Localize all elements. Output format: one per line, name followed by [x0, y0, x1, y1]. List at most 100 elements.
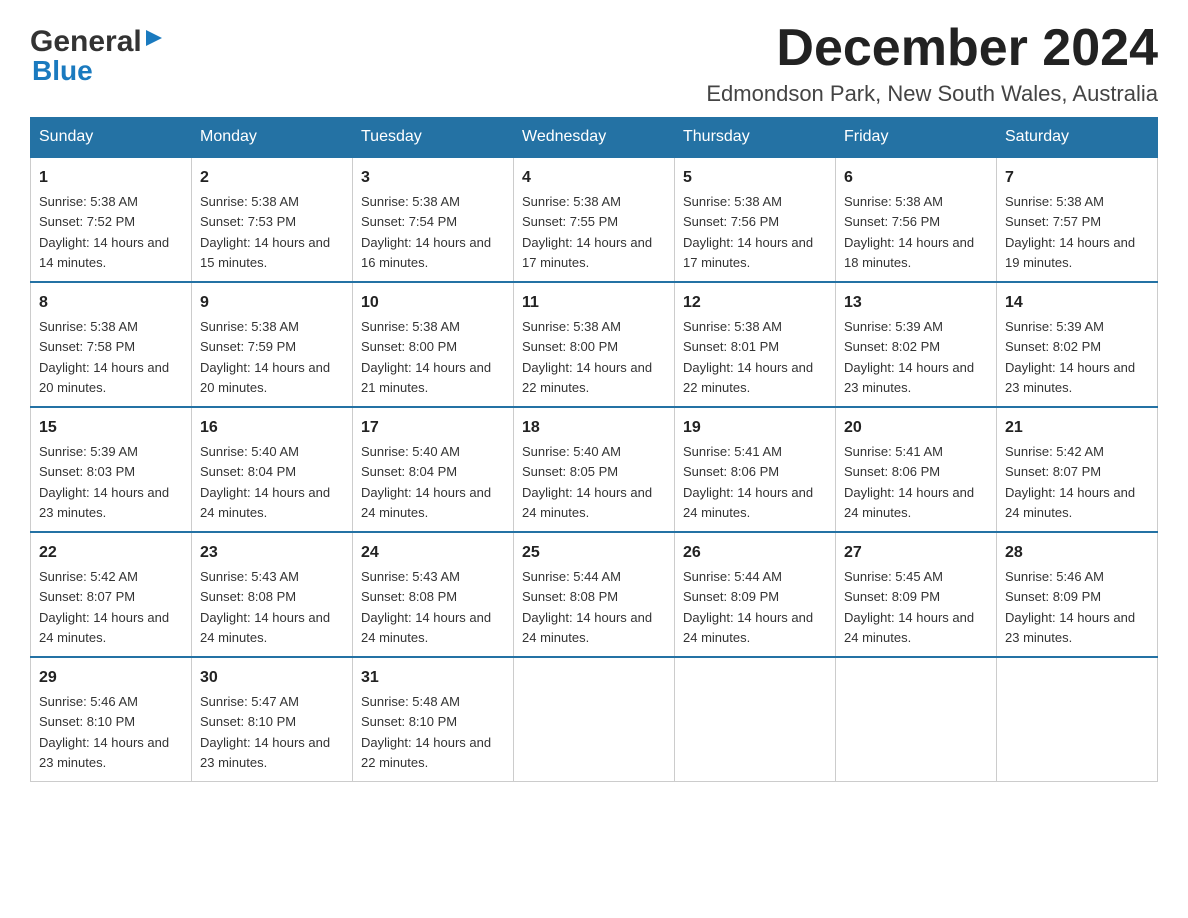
day-info: Sunrise: 5:38 AMSunset: 8:00 PMDaylight:… [361, 319, 491, 395]
day-info: Sunrise: 5:46 AMSunset: 8:10 PMDaylight:… [39, 694, 169, 770]
calendar-cell: 17 Sunrise: 5:40 AMSunset: 8:04 PMDaylig… [353, 407, 514, 532]
day-number: 12 [683, 291, 827, 315]
calendar-cell: 8 Sunrise: 5:38 AMSunset: 7:58 PMDayligh… [31, 282, 192, 407]
day-number: 9 [200, 291, 344, 315]
day-info: Sunrise: 5:43 AMSunset: 8:08 PMDaylight:… [200, 569, 330, 645]
calendar-table: SundayMondayTuesdayWednesdayThursdayFrid… [30, 117, 1158, 782]
day-info: Sunrise: 5:42 AMSunset: 8:07 PMDaylight:… [39, 569, 169, 645]
calendar-cell: 26 Sunrise: 5:44 AMSunset: 8:09 PMDaylig… [675, 532, 836, 657]
day-info: Sunrise: 5:38 AMSunset: 8:00 PMDaylight:… [522, 319, 652, 395]
weekday-header-sunday: Sunday [31, 118, 192, 158]
calendar-cell: 2 Sunrise: 5:38 AMSunset: 7:53 PMDayligh… [192, 157, 353, 282]
day-number: 17 [361, 416, 505, 440]
calendar-cell: 5 Sunrise: 5:38 AMSunset: 7:56 PMDayligh… [675, 157, 836, 282]
calendar-cell: 14 Sunrise: 5:39 AMSunset: 8:02 PMDaylig… [997, 282, 1158, 407]
day-number: 2 [200, 166, 344, 190]
weekday-header-wednesday: Wednesday [514, 118, 675, 158]
calendar-cell: 18 Sunrise: 5:40 AMSunset: 8:05 PMDaylig… [514, 407, 675, 532]
weekday-header-friday: Friday [836, 118, 997, 158]
weekday-header-tuesday: Tuesday [353, 118, 514, 158]
day-number: 24 [361, 541, 505, 565]
calendar-cell: 19 Sunrise: 5:41 AMSunset: 8:06 PMDaylig… [675, 407, 836, 532]
calendar-cell: 16 Sunrise: 5:40 AMSunset: 8:04 PMDaylig… [192, 407, 353, 532]
calendar-week-row: 29 Sunrise: 5:46 AMSunset: 8:10 PMDaylig… [31, 657, 1158, 782]
logo: General Blue [30, 20, 164, 87]
day-number: 25 [522, 541, 666, 565]
day-info: Sunrise: 5:43 AMSunset: 8:08 PMDaylight:… [361, 569, 491, 645]
day-info: Sunrise: 5:38 AMSunset: 7:54 PMDaylight:… [361, 194, 491, 270]
calendar-cell: 30 Sunrise: 5:47 AMSunset: 8:10 PMDaylig… [192, 657, 353, 782]
calendar-cell: 20 Sunrise: 5:41 AMSunset: 8:06 PMDaylig… [836, 407, 997, 532]
calendar-cell: 13 Sunrise: 5:39 AMSunset: 8:02 PMDaylig… [836, 282, 997, 407]
day-number: 26 [683, 541, 827, 565]
day-number: 8 [39, 291, 183, 315]
calendar-cell: 25 Sunrise: 5:44 AMSunset: 8:08 PMDaylig… [514, 532, 675, 657]
day-info: Sunrise: 5:38 AMSunset: 7:56 PMDaylight:… [844, 194, 974, 270]
calendar-week-row: 15 Sunrise: 5:39 AMSunset: 8:03 PMDaylig… [31, 407, 1158, 532]
day-number: 20 [844, 416, 988, 440]
day-info: Sunrise: 5:46 AMSunset: 8:09 PMDaylight:… [1005, 569, 1135, 645]
day-number: 13 [844, 291, 988, 315]
day-number: 31 [361, 666, 505, 690]
page-header: General Blue December 2024 Edmondson Par… [30, 20, 1158, 107]
calendar-week-row: 22 Sunrise: 5:42 AMSunset: 8:07 PMDaylig… [31, 532, 1158, 657]
month-year-title: December 2024 [706, 20, 1158, 77]
title-area: December 2024 Edmondson Park, New South … [706, 20, 1158, 107]
calendar-cell: 23 Sunrise: 5:43 AMSunset: 8:08 PMDaylig… [192, 532, 353, 657]
day-info: Sunrise: 5:38 AMSunset: 7:53 PMDaylight:… [200, 194, 330, 270]
calendar-cell: 27 Sunrise: 5:45 AMSunset: 8:09 PMDaylig… [836, 532, 997, 657]
day-info: Sunrise: 5:42 AMSunset: 8:07 PMDaylight:… [1005, 444, 1135, 520]
day-number: 18 [522, 416, 666, 440]
day-info: Sunrise: 5:38 AMSunset: 8:01 PMDaylight:… [683, 319, 813, 395]
logo-general-text: General [30, 25, 142, 59]
calendar-cell [675, 657, 836, 782]
weekday-header-monday: Monday [192, 118, 353, 158]
calendar-week-row: 1 Sunrise: 5:38 AMSunset: 7:52 PMDayligh… [31, 157, 1158, 282]
calendar-cell: 22 Sunrise: 5:42 AMSunset: 8:07 PMDaylig… [31, 532, 192, 657]
day-info: Sunrise: 5:45 AMSunset: 8:09 PMDaylight:… [844, 569, 974, 645]
calendar-cell: 3 Sunrise: 5:38 AMSunset: 7:54 PMDayligh… [353, 157, 514, 282]
day-info: Sunrise: 5:38 AMSunset: 7:57 PMDaylight:… [1005, 194, 1135, 270]
day-info: Sunrise: 5:40 AMSunset: 8:04 PMDaylight:… [361, 444, 491, 520]
day-number: 29 [39, 666, 183, 690]
calendar-cell: 21 Sunrise: 5:42 AMSunset: 8:07 PMDaylig… [997, 407, 1158, 532]
weekday-header-thursday: Thursday [675, 118, 836, 158]
calendar-cell [836, 657, 997, 782]
day-number: 10 [361, 291, 505, 315]
day-number: 4 [522, 166, 666, 190]
day-number: 15 [39, 416, 183, 440]
day-number: 7 [1005, 166, 1149, 190]
day-number: 14 [1005, 291, 1149, 315]
calendar-cell: 1 Sunrise: 5:38 AMSunset: 7:52 PMDayligh… [31, 157, 192, 282]
day-number: 11 [522, 291, 666, 315]
day-info: Sunrise: 5:39 AMSunset: 8:03 PMDaylight:… [39, 444, 169, 520]
day-number: 19 [683, 416, 827, 440]
day-info: Sunrise: 5:39 AMSunset: 8:02 PMDaylight:… [844, 319, 974, 395]
day-info: Sunrise: 5:38 AMSunset: 7:52 PMDaylight:… [39, 194, 169, 270]
weekday-header-row: SundayMondayTuesdayWednesdayThursdayFrid… [31, 118, 1158, 158]
calendar-cell: 7 Sunrise: 5:38 AMSunset: 7:57 PMDayligh… [997, 157, 1158, 282]
logo-blue-text: Blue [30, 55, 93, 87]
day-number: 28 [1005, 541, 1149, 565]
calendar-cell: 6 Sunrise: 5:38 AMSunset: 7:56 PMDayligh… [836, 157, 997, 282]
day-number: 6 [844, 166, 988, 190]
day-info: Sunrise: 5:38 AMSunset: 7:58 PMDaylight:… [39, 319, 169, 395]
calendar-cell: 4 Sunrise: 5:38 AMSunset: 7:55 PMDayligh… [514, 157, 675, 282]
day-info: Sunrise: 5:44 AMSunset: 8:09 PMDaylight:… [683, 569, 813, 645]
logo-arrow-icon [144, 28, 164, 53]
day-number: 1 [39, 166, 183, 190]
day-number: 22 [39, 541, 183, 565]
day-number: 23 [200, 541, 344, 565]
calendar-cell: 24 Sunrise: 5:43 AMSunset: 8:08 PMDaylig… [353, 532, 514, 657]
calendar-cell: 29 Sunrise: 5:46 AMSunset: 8:10 PMDaylig… [31, 657, 192, 782]
day-info: Sunrise: 5:48 AMSunset: 8:10 PMDaylight:… [361, 694, 491, 770]
calendar-cell: 28 Sunrise: 5:46 AMSunset: 8:09 PMDaylig… [997, 532, 1158, 657]
calendar-cell [997, 657, 1158, 782]
day-number: 5 [683, 166, 827, 190]
calendar-cell: 12 Sunrise: 5:38 AMSunset: 8:01 PMDaylig… [675, 282, 836, 407]
day-info: Sunrise: 5:40 AMSunset: 8:04 PMDaylight:… [200, 444, 330, 520]
calendar-cell: 9 Sunrise: 5:38 AMSunset: 7:59 PMDayligh… [192, 282, 353, 407]
day-info: Sunrise: 5:41 AMSunset: 8:06 PMDaylight:… [844, 444, 974, 520]
day-info: Sunrise: 5:38 AMSunset: 7:55 PMDaylight:… [522, 194, 652, 270]
day-number: 21 [1005, 416, 1149, 440]
